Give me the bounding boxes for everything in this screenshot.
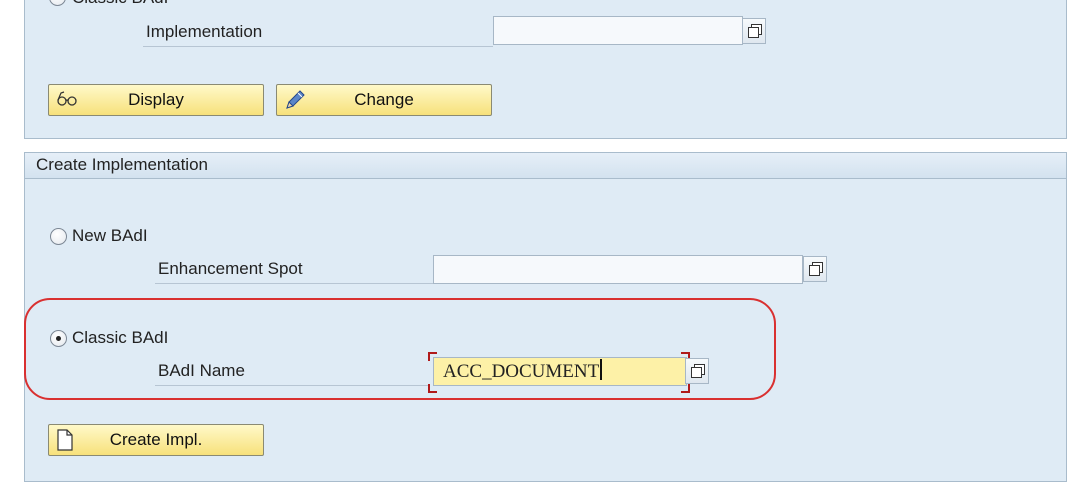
implementation-input[interactable] (493, 16, 743, 45)
enhancement-spot-input[interactable] (433, 255, 803, 284)
change-button[interactable]: Change (276, 84, 492, 116)
implementation-label: Implementation (143, 19, 493, 47)
enhancement-spot-value-help-button[interactable] (803, 256, 827, 282)
create-impl-button-label: Create Impl. (109, 430, 203, 449)
implementation-value-help-button[interactable] (742, 18, 766, 44)
display-button-label: Display (128, 90, 184, 109)
create-implementation-title: Create Implementation (25, 153, 1066, 179)
display-change-panel: Classic BAdI Implementation Display (24, 0, 1067, 139)
display-button[interactable]: Display (48, 84, 264, 116)
enhancement-spot-label: Enhancement Spot (155, 256, 433, 284)
classic-badi-highlight (24, 298, 776, 400)
radio-new-badi[interactable] (50, 228, 67, 245)
radio-classic-badi-top-label: Classic BAdI (72, 0, 168, 8)
glasses-icon (55, 89, 79, 119)
radio-new-badi-label: New BAdI (72, 226, 148, 245)
value-help-icon (748, 24, 762, 38)
pencil-icon (283, 89, 307, 121)
radio-classic-badi-top[interactable] (49, 0, 66, 6)
create-impl-button[interactable]: Create Impl. (48, 424, 264, 456)
value-help-icon (809, 262, 823, 276)
change-button-label: Change (354, 90, 414, 109)
new-document-icon (55, 429, 75, 461)
